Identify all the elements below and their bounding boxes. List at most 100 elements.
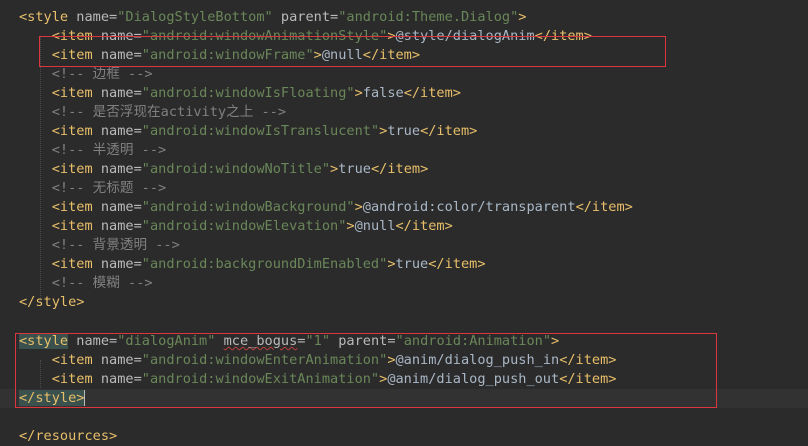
code-line[interactable]: <style name="DialogStyleBottom" parent="… — [0, 8, 808, 27]
code-line[interactable] — [0, 312, 808, 331]
code-line[interactable]: </style> — [0, 293, 808, 312]
code-line[interactable]: <!-- 背景透明 --> — [0, 236, 808, 255]
code-token: <!-- 是否浮现在activity之上 --> — [51, 104, 287, 120]
code-token: <item — [51, 161, 101, 177]
code-token: "android:windowExitAnimation" — [141, 371, 380, 387]
code-token: </style> — [19, 294, 85, 310]
code-token: parent= — [330, 333, 396, 349]
code-token: <item — [51, 371, 101, 387]
code-token: </item> — [370, 161, 429, 177]
code-token: <!-- 模糊 --> — [51, 275, 153, 291]
code-token: </item> — [559, 371, 617, 387]
code-token: "android:windowNoTitle" — [141, 161, 331, 177]
code-token: <item — [51, 123, 101, 139]
code-line[interactable]: <style name="dialogAnim" mce_bogus="1" p… — [0, 332, 808, 351]
code-line[interactable]: <item name="android:backgroundDimEnabled… — [0, 255, 808, 274]
code-token: > — [354, 85, 363, 101]
code-token: > — [76, 390, 85, 406]
code-token: <!-- 边框 --> — [51, 66, 153, 82]
code-token: <item — [51, 218, 101, 234]
code-token: name= — [100, 199, 142, 215]
code-editor[interactable]: <style name="DialogStyleBottom" parent="… — [0, 0, 808, 446]
code-token: > — [354, 199, 363, 215]
code-token: </item> — [428, 256, 486, 272]
code-token: name= — [76, 333, 118, 349]
code-token: name= — [100, 123, 142, 139]
code-token: </item> — [420, 123, 478, 139]
code-token: "android:Animation" — [395, 333, 552, 349]
code-token: "android:windowElevation" — [141, 218, 347, 234]
code-line[interactable]: <item name="android:windowAnimationStyle… — [0, 27, 808, 46]
code-line[interactable]: <item name="android:windowFrame">@null</… — [0, 46, 808, 65]
code-token: @style/dialogAnim — [395, 28, 535, 44]
code-token: > — [551, 333, 560, 349]
code-token: <!-- 背景透明 --> — [51, 237, 180, 253]
code-token: <item — [51, 47, 101, 63]
code-line[interactable]: <item name="android:windowElevation">@nu… — [0, 217, 808, 236]
code-token: > — [387, 256, 396, 272]
code-token: true — [387, 123, 421, 139]
code-token: "dialogAnim" — [117, 333, 216, 349]
code-line[interactable]: <item name="android:windowExitAnimation"… — [0, 370, 808, 389]
code-token: name= — [100, 256, 142, 272]
code-token: <!-- 无标题 --> — [51, 180, 167, 196]
code-line[interactable] — [0, 408, 808, 427]
code-token: <item — [51, 28, 101, 44]
code-token: <style — [19, 333, 69, 349]
code-line[interactable]: <item name="android:windowIsTranslucent"… — [0, 122, 808, 141]
code-line[interactable]: <item name="android:windowEnterAnimation… — [0, 351, 808, 370]
code-line[interactable]: </resources> — [0, 427, 808, 446]
code-token: name= — [100, 161, 142, 177]
code-token: <style — [19, 9, 77, 25]
code-line[interactable]: <!-- 无标题 --> — [0, 179, 808, 198]
code-line[interactable]: <item name="android:windowNoTitle">true<… — [0, 160, 808, 179]
code-token: parent= — [272, 9, 339, 25]
code-token: @anim/dialog_push_out — [387, 371, 560, 387]
code-token: @android:color/transparent — [362, 199, 576, 215]
code-token: <item — [51, 256, 101, 272]
code-token: </item> — [403, 85, 461, 101]
code-token: false — [362, 85, 404, 101]
code-token: name= — [100, 218, 142, 234]
text-caret — [84, 390, 86, 406]
code-token: "android:windowEnterAnimation" — [141, 352, 388, 368]
code-token: > — [387, 28, 396, 44]
code-token: name= — [100, 28, 142, 44]
code-line[interactable]: <item name="android:windowIsFloating">fa… — [0, 84, 808, 103]
code-token: </item> — [395, 218, 453, 234]
code-token: name= — [100, 47, 142, 63]
code-token: mce_bogus — [223, 333, 298, 349]
code-token: @anim/dialog_push_in — [395, 352, 560, 368]
code-line[interactable]: <!-- 模糊 --> — [0, 274, 808, 293]
code-line[interactable]: <!-- 边框 --> — [0, 65, 808, 84]
code-token: "1" — [305, 333, 331, 349]
code-token: > — [346, 218, 355, 234]
code-token: </item> — [575, 199, 633, 215]
code-token: </item> — [362, 47, 421, 63]
code-line[interactable]: </style> — [0, 389, 808, 408]
code-line[interactable]: <!-- 半透明 --> — [0, 141, 808, 160]
code-token: <item — [51, 199, 101, 215]
code-line[interactable]: <item name="android:windowBackground">@a… — [0, 198, 808, 217]
code-line[interactable]: <!-- 是否浮现在activity之上 --> — [0, 103, 808, 122]
code-token: <!-- 半透明 --> — [51, 142, 167, 158]
code-token: <item — [51, 352, 101, 368]
code-token: </item> — [559, 352, 617, 368]
code-token: name= — [100, 85, 142, 101]
code-token: > — [313, 47, 322, 63]
